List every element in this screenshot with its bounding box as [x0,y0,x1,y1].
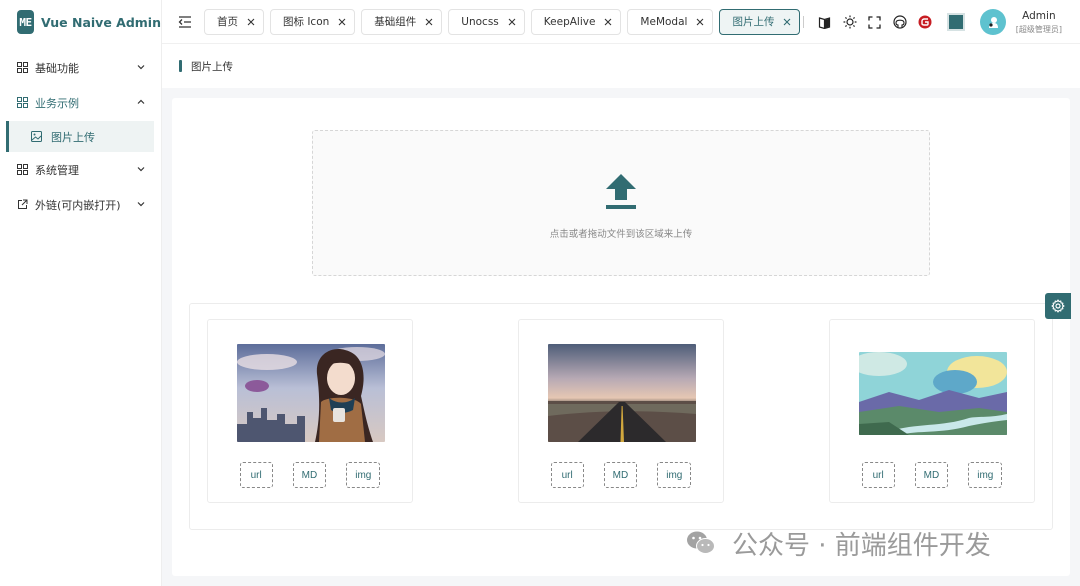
tab-label: 基础组件 [374,16,417,28]
sidebar-menu: 基础功能 业务示例 图片上传 系统管理 外链(可内嵌打开) [0,50,161,222]
sidebar-item-basic[interactable]: 基础功能 [0,50,161,85]
close-icon[interactable] [783,18,791,26]
grid-icon [16,164,28,176]
image-actions: url MD img [208,462,412,488]
tab-unocss[interactable]: Unocss [448,8,525,35]
divider [802,16,804,28]
upload-hint: 点击或者拖动文件到该区域来上传 [549,229,693,240]
chevron-down-icon [137,167,145,172]
menu-collapse-icon[interactable] [176,13,194,31]
top-header: 首页 图标 Icon 基础组件 Unocss KeepAlive MeModal… [162,0,1080,44]
wechat-icon [687,531,715,554]
tab-label: KeepAlive [543,15,596,28]
tab-image-upload[interactable]: 图片上传 [719,8,801,35]
upload-icon [606,174,636,209]
avatar[interactable] [979,9,1006,35]
external-link-icon [16,199,28,211]
watermark: 公众号 · 前端组件开发 [686,524,991,562]
sidebar-item-external[interactable]: 外链(可内嵌打开) [0,187,161,222]
image-thumbnail[interactable] [859,352,1007,435]
image-icon [31,131,43,143]
copy-img-button[interactable]: img [346,462,381,488]
image-card: url MD img [518,319,724,503]
upload-dropzone[interactable]: 点击或者拖动文件到该区域来上传 [312,130,930,276]
copy-url-button[interactable]: url [861,462,895,488]
gitee-icon[interactable] [918,15,932,29]
image-thumbnail[interactable] [237,344,385,442]
title-accent-bar [179,60,182,72]
sidebar-item-label: 图片上传 [51,130,95,144]
close-icon[interactable] [604,18,612,26]
close-icon[interactable] [508,18,516,26]
sidebar-item-label: 系统管理 [35,163,79,177]
image-thumbnail[interactable] [548,344,696,442]
tab-home[interactable]: 首页 [204,8,264,35]
sidebar-item-label: 外链(可内嵌打开) [35,198,121,212]
tab-label: 图标 Icon [283,16,330,28]
brand-name: Vue Naive Admin [41,14,161,30]
theme-color-picker[interactable] [946,13,965,31]
tab-base-components[interactable]: 基础组件 [361,8,443,35]
tab-icon[interactable]: 图标 Icon [270,8,356,35]
user-name: Admin [1022,9,1056,22]
chevron-up-icon [137,99,145,104]
github-icon[interactable] [893,15,907,29]
sidebar-item-business[interactable]: 业务示例 [0,85,161,120]
copy-markdown-button[interactable]: MD [603,462,638,488]
brand[interactable]: ME Vue Naive Admin [0,0,161,44]
tab-label: 图片上传 [732,16,775,28]
page-title: 图片上传 [191,60,233,73]
logo: ME [17,10,35,34]
image-actions: url MD img [519,462,723,488]
image-card: url MD img [829,319,1035,503]
tab-memodal[interactable]: MeModal [627,8,714,35]
chevron-down-icon [137,65,145,70]
app-root: ME Vue Naive Admin 基础功能 业务示例 图片上传 系统管理 外… [0,0,1080,586]
close-icon[interactable] [696,18,704,26]
fullscreen-icon[interactable] [868,15,882,29]
copy-url-button[interactable]: url [550,462,584,488]
user-role: [超级管理员] [1015,24,1062,34]
chevron-down-icon [137,202,145,207]
copy-url-button[interactable]: url [239,462,273,488]
header-actions: Admin [超级管理员] [802,0,1080,44]
copy-markdown-button[interactable]: MD [292,462,327,488]
copy-img-button[interactable]: img [968,462,1003,488]
book-icon[interactable] [818,15,832,29]
sun-icon[interactable] [843,15,857,29]
image-actions: url MD img [830,462,1034,488]
gear-icon [1051,299,1065,313]
tab-keepalive[interactable]: KeepAlive [530,8,622,35]
grid-icon [16,97,28,109]
user-info[interactable]: Admin [超级管理员] [1016,10,1062,35]
sidebar-item-label: 基础功能 [35,61,79,75]
sidebar-item-system[interactable]: 系统管理 [0,152,161,187]
sidebar-item-image-upload[interactable]: 图片上传 [6,121,154,152]
sidebar-item-label: 业务示例 [35,96,79,110]
sidebar: ME Vue Naive Admin 基础功能 业务示例 图片上传 系统管理 外… [0,0,162,586]
close-icon[interactable] [247,18,255,26]
close-icon[interactable] [338,18,346,26]
tab-label: Unocss [461,15,499,28]
grid-icon [16,62,28,74]
copy-markdown-button[interactable]: MD [914,462,949,488]
tab-label: 首页 [217,16,238,28]
tab-bar: 首页 图标 Icon 基础组件 Unocss KeepAlive MeModal… [204,8,801,35]
image-card: url MD img [207,319,413,503]
page-header: 图片上传 [162,44,1080,88]
settings-button[interactable] [1045,293,1071,319]
close-icon[interactable] [425,18,433,26]
tab-label: MeModal [640,15,688,28]
copy-img-button[interactable]: img [657,462,692,488]
watermark-text: 公众号 · 前端组件开发 [732,530,991,561]
